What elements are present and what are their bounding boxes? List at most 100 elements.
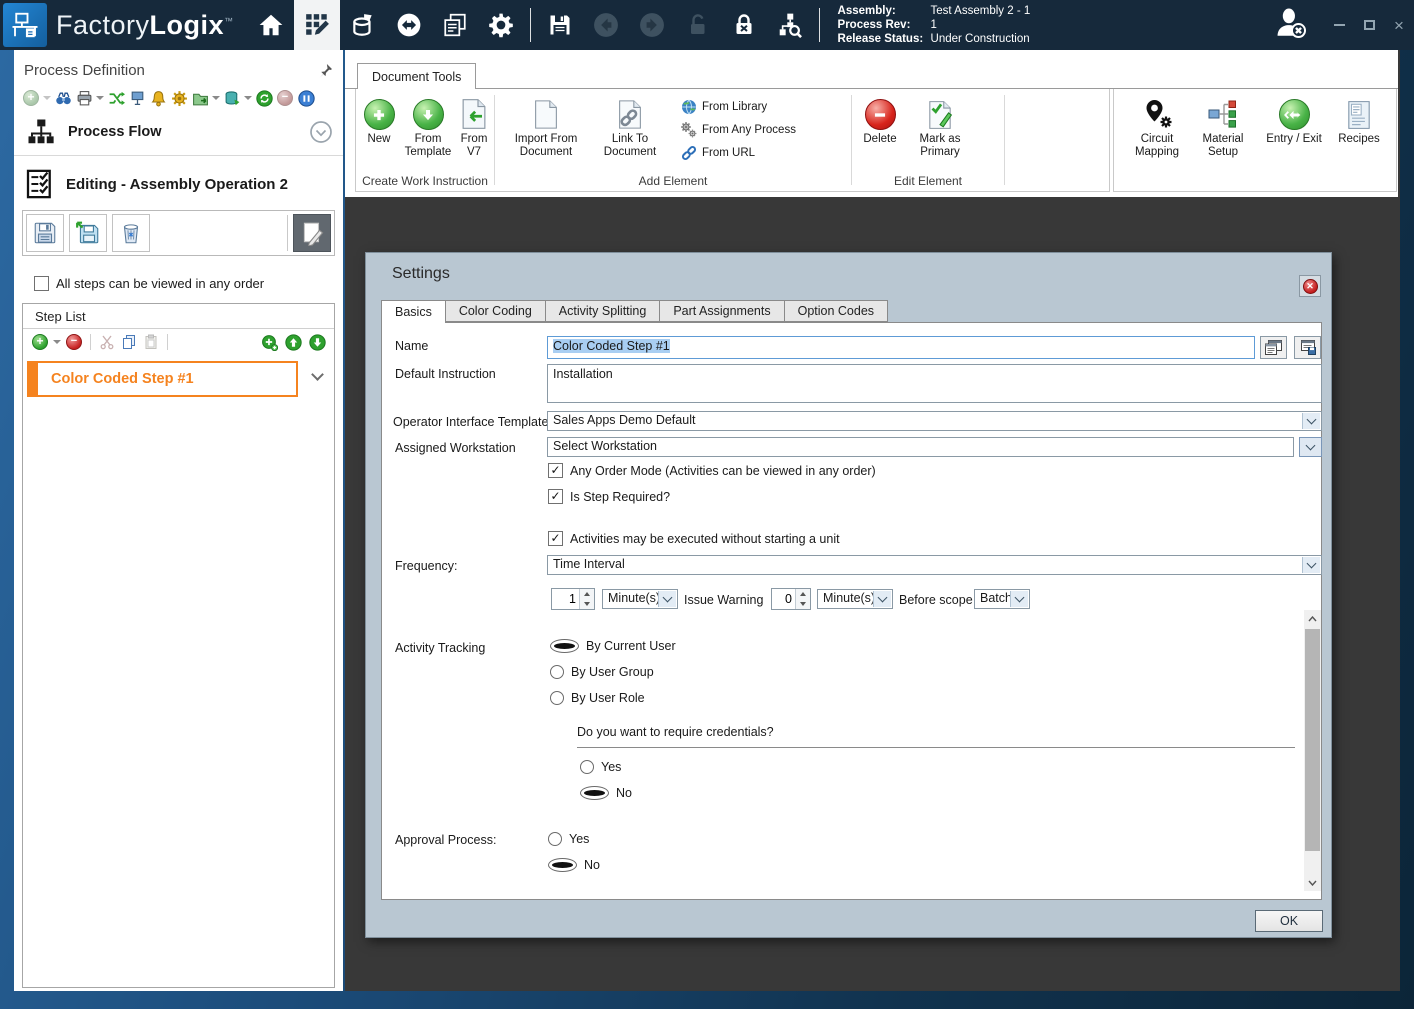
spin-up-icon[interactable] — [580, 589, 594, 599]
interval-value-spinner[interactable]: 1 — [551, 588, 595, 610]
all-steps-any-order-checkbox[interactable]: All steps can be viewed in any order — [14, 260, 343, 291]
checkbox-box[interactable]: ✓ — [548, 489, 563, 504]
radio-by-user-role[interactable]: By User Role — [550, 691, 645, 705]
spin-up-icon[interactable] — [796, 589, 810, 599]
find-icon[interactable] — [54, 89, 72, 107]
warning-unit-select[interactable]: Minute(s) — [817, 589, 893, 609]
scope-select[interactable]: Batch — [974, 589, 1030, 609]
stop-icon[interactable]: − — [276, 89, 294, 107]
is-step-required-checkbox[interactable]: ✓ Is Step Required? — [548, 489, 670, 504]
process-search-icon[interactable] — [767, 0, 813, 50]
mark-as-primary-button[interactable]: Mark as Primary — [908, 96, 972, 159]
move-step-down-icon[interactable] — [308, 333, 326, 351]
board-icon[interactable] — [128, 89, 146, 107]
export-folder-icon[interactable] — [191, 89, 209, 107]
default-instruction-textarea[interactable]: Installation — [547, 364, 1322, 403]
radio-dot[interactable] — [550, 665, 564, 679]
radio-dot[interactable] — [580, 760, 594, 774]
assigned-workstation-combo[interactable]: Select Workstation — [547, 437, 1294, 457]
step-list-item[interactable]: Color Coded Step #1 — [27, 361, 298, 397]
collapse-circle-icon[interactable] — [309, 120, 333, 144]
settings-gear-icon[interactable] — [478, 0, 524, 50]
dialog-scrollbar[interactable] — [1304, 610, 1321, 891]
step-expand-chevron-icon[interactable] — [311, 368, 324, 381]
spin-down-icon[interactable] — [580, 599, 594, 609]
checkbox-box[interactable]: ✓ — [548, 531, 563, 546]
refresh-icon[interactable] — [255, 89, 273, 107]
tab-activity-splitting[interactable]: Activity Splitting — [545, 300, 660, 322]
reports-icon[interactable] — [432, 0, 478, 50]
cut-icon[interactable] — [98, 333, 116, 351]
warning-value-spinner[interactable]: 0 — [771, 588, 811, 610]
copy-icon[interactable] — [120, 333, 138, 351]
pause-icon[interactable] — [297, 89, 315, 107]
link-to-document-button[interactable]: Link To Document — [593, 96, 667, 159]
name-window-save-button[interactable] — [1294, 336, 1321, 359]
unlock-icon[interactable] — [675, 0, 721, 50]
name-input[interactable]: Color Coded Step #1 — [547, 336, 1255, 359]
circuit-mapping-button[interactable]: Circuit Mapping — [1126, 96, 1188, 159]
any-order-mode-checkbox[interactable]: ✓ Any Order Mode (Activities can be view… — [548, 463, 876, 478]
radio-approval-no[interactable]: No — [548, 858, 600, 872]
pin-icon[interactable] — [318, 63, 333, 78]
transfer-icon[interactable] — [386, 0, 432, 50]
scroll-up-icon[interactable] — [1304, 610, 1321, 627]
radio-dot[interactable] — [548, 858, 577, 872]
radio-dot[interactable] — [548, 832, 562, 846]
scrollbar-thumb[interactable] — [1305, 629, 1320, 851]
entry-exit-button[interactable]: Entry / Exit — [1258, 96, 1330, 146]
save-as-button[interactable] — [69, 214, 107, 252]
recipes-button[interactable]: Recipes — [1332, 96, 1386, 146]
maximize-icon[interactable] — [1354, 10, 1384, 40]
paste-icon[interactable] — [142, 333, 160, 351]
database-restore-icon[interactable] — [223, 89, 241, 107]
tab-document-tools[interactable]: Document Tools — [357, 63, 476, 89]
from-url-button[interactable]: From URL — [681, 145, 755, 161]
save-step-button[interactable] — [26, 214, 64, 252]
materials-icon[interactable] — [340, 0, 386, 50]
print-dropdown-icon[interactable] — [96, 96, 104, 104]
close-window-icon[interactable]: × — [1384, 10, 1414, 40]
spin-down-icon[interactable] — [796, 599, 810, 609]
name-window-button[interactable] — [1260, 336, 1287, 359]
new-button[interactable]: New — [358, 96, 400, 146]
radio-credentials-no[interactable]: No — [580, 786, 632, 800]
minimize-icon[interactable] — [1324, 10, 1354, 40]
dialog-close-button[interactable]: ✕ — [1299, 275, 1321, 297]
alert-bell-icon[interactable] — [149, 89, 167, 107]
tab-basics[interactable]: Basics — [381, 300, 445, 323]
import-from-document-button[interactable]: Import From Document — [503, 96, 589, 159]
tab-part-assignments[interactable]: Part Assignments — [659, 300, 783, 322]
scroll-down-icon[interactable] — [1304, 874, 1321, 891]
forward-icon[interactable] — [629, 0, 675, 50]
delete-element-button[interactable]: Delete — [858, 96, 902, 146]
add-step-icon[interactable]: + — [31, 333, 49, 351]
radio-approval-yes[interactable]: Yes — [548, 832, 589, 846]
process-shuffle-icon[interactable] — [107, 89, 125, 107]
radio-dot[interactable] — [550, 639, 579, 653]
radio-by-current-user[interactable]: By Current User — [550, 639, 676, 653]
database-dropdown-icon[interactable] — [244, 96, 252, 104]
radio-dot[interactable] — [550, 691, 564, 705]
ok-button[interactable]: OK — [1255, 910, 1323, 932]
interval-unit-select[interactable]: Minute(s) — [602, 589, 678, 609]
radio-credentials-yes[interactable]: Yes — [580, 760, 621, 774]
home-icon[interactable] — [248, 0, 294, 50]
back-icon[interactable] — [583, 0, 629, 50]
export-dropdown-icon[interactable] — [212, 96, 220, 104]
user-logout-icon[interactable] — [1274, 6, 1308, 45]
operator-interface-template-select[interactable]: Sales Apps Demo Default — [547, 411, 1322, 431]
options-gear-icon[interactable] — [170, 89, 188, 107]
radio-dot[interactable] — [580, 786, 609, 800]
radio-by-user-group[interactable]: By User Group — [550, 665, 654, 679]
tab-color-coding[interactable]: Color Coding — [445, 300, 545, 322]
insert-step-icon[interactable] — [260, 333, 278, 351]
add-step-dropdown-icon[interactable] — [53, 340, 61, 348]
edit-step-button[interactable] — [293, 214, 331, 252]
from-library-button[interactable]: From Library — [681, 99, 767, 115]
from-template-button[interactable]: From Template — [400, 96, 456, 159]
add-dropdown-icon[interactable] — [43, 96, 51, 104]
workstation-dropdown-button[interactable] — [1299, 437, 1322, 457]
move-step-up-icon[interactable] — [284, 333, 302, 351]
add-icon[interactable]: + — [22, 89, 40, 107]
